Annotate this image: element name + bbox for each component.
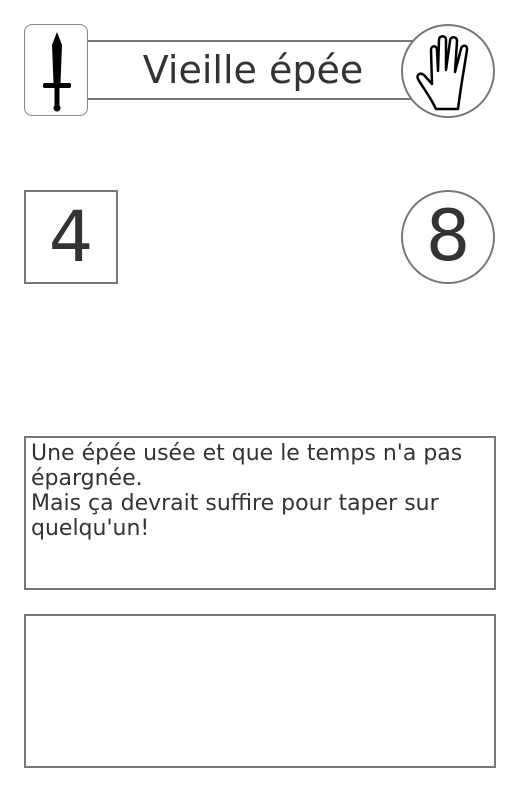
card-title: Vieille épée xyxy=(142,48,364,92)
description-line: Une épée usée et que le temps n'a pas xyxy=(31,441,463,466)
cost-stat-circle: 8 xyxy=(401,190,495,284)
cost-value: 8 xyxy=(425,195,471,277)
effect-box xyxy=(24,614,496,768)
description-line: Mais ça devrait suffire pour taper sur xyxy=(31,491,439,516)
equip-slot-badge xyxy=(401,24,495,118)
item-card: Vieille épée 4 8 Une épée usée et que le… xyxy=(0,0,520,791)
hand-icon xyxy=(416,35,469,111)
attack-stat-box: 4 xyxy=(24,190,118,284)
attack-value: 4 xyxy=(48,196,94,278)
sword-icon xyxy=(43,32,71,112)
description-line: quelqu'un! xyxy=(31,516,150,541)
item-type-badge xyxy=(24,24,88,116)
description-line: épargnée. xyxy=(31,466,143,491)
description-box: Une épée usée et que le temps n'a pas ép… xyxy=(24,436,496,590)
